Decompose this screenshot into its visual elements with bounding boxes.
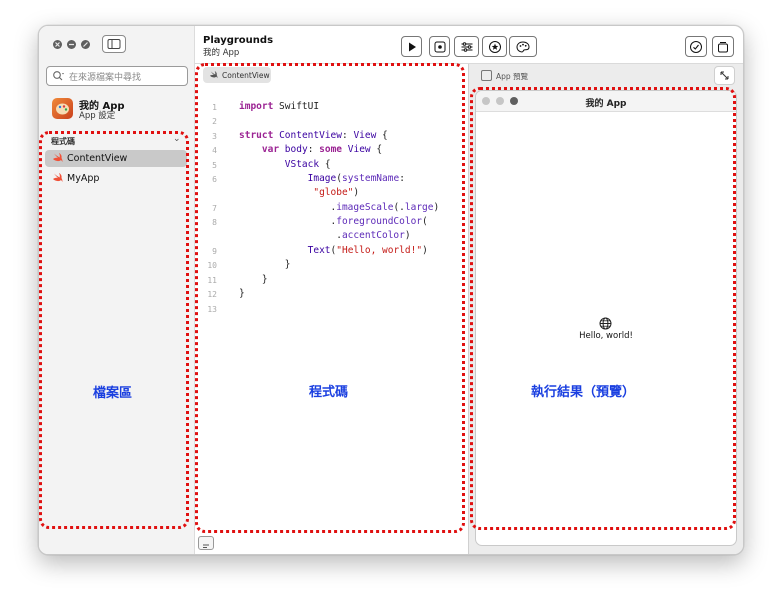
play-icon bbox=[408, 42, 416, 51]
files-area-label: 檔案區 bbox=[93, 386, 133, 401]
console-icon bbox=[203, 544, 209, 548]
palette-icon bbox=[516, 40, 530, 53]
toolbar-title: Playgrounds bbox=[203, 35, 274, 46]
appearance-button[interactable] bbox=[509, 36, 537, 57]
minimize-window-icon[interactable] bbox=[67, 40, 76, 49]
result-area-highlight bbox=[470, 87, 736, 530]
sliders-icon bbox=[461, 41, 472, 52]
search-icon bbox=[53, 71, 64, 81]
preview-header-label: App 預覽 bbox=[496, 72, 529, 81]
app-icon[interactable] bbox=[52, 98, 73, 119]
close-window-icon[interactable] bbox=[53, 40, 62, 49]
sidebar-icon bbox=[107, 39, 121, 49]
console-toggle-button[interactable] bbox=[198, 536, 214, 550]
stop-record-icon bbox=[434, 41, 445, 52]
stop-button[interactable] bbox=[429, 36, 450, 57]
fullscreen-window-icon[interactable] bbox=[81, 40, 90, 49]
settings-button[interactable] bbox=[454, 36, 479, 57]
run-button[interactable] bbox=[401, 36, 422, 57]
overlapping-windows-icon bbox=[718, 41, 728, 52]
search-field[interactable]: 在來源檔案中尋找 bbox=[46, 66, 188, 86]
check-button[interactable] bbox=[685, 36, 707, 57]
capabilities-button[interactable] bbox=[482, 36, 507, 57]
code-area-label: 程式碼 bbox=[309, 385, 349, 400]
app-settings-label[interactable]: App 設定 bbox=[79, 109, 115, 121]
app-preview-icon bbox=[481, 70, 492, 81]
sidebar-toggle-button[interactable] bbox=[102, 35, 126, 53]
files-area-highlight bbox=[39, 131, 189, 529]
expand-icon bbox=[720, 71, 729, 80]
checkmark-circle-icon bbox=[690, 40, 702, 53]
code-area-highlight bbox=[195, 63, 465, 533]
star-badge-icon bbox=[488, 40, 501, 53]
palette-app-icon bbox=[56, 103, 69, 115]
result-area-label: 執行結果（預覽） bbox=[531, 385, 636, 400]
expand-preview-button[interactable] bbox=[714, 66, 735, 85]
window-button[interactable] bbox=[712, 36, 734, 57]
toolbar-subtitle: 我的 App bbox=[203, 48, 240, 58]
search-placeholder: 在來源檔案中尋找 bbox=[69, 73, 142, 83]
